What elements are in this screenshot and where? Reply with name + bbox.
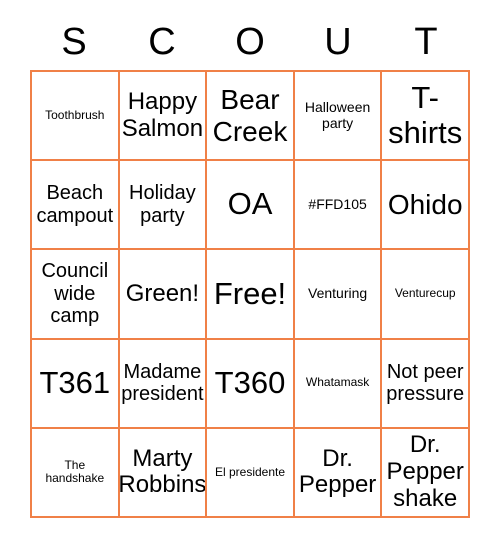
bingo-cell-r4c3[interactable]: T360	[207, 339, 295, 429]
header-letter-3: O	[235, 21, 265, 63]
bingo-cell-label: Madame president	[121, 360, 204, 406]
bingo-cell-label: Beach campout	[36, 182, 114, 227]
bingo-cell-r3c1[interactable]: Council wide camp	[32, 250, 120, 340]
header-letter-1: S	[61, 21, 87, 63]
bingo-cell-label: Green!	[125, 279, 200, 307]
bingo-cell-r4c1[interactable]: T361	[32, 339, 120, 429]
bingo-cell-r1c1[interactable]: Toothbrush	[32, 72, 120, 162]
bingo-cell-r2c1[interactable]: Beach campout	[32, 161, 120, 251]
bingo-cell-label: Halloween party	[304, 98, 371, 131]
bingo-cell-label: Happy Salmon	[121, 87, 204, 142]
bingo-cell-label: Not peer pressure	[386, 360, 465, 406]
bingo-cell-r2c3[interactable]: OA	[207, 161, 295, 251]
bingo-cell-label: #FFD105	[308, 195, 367, 212]
bingo-cell-label: Toothbrush	[45, 107, 105, 122]
header-letter-2: C	[148, 21, 176, 63]
bingo-cell-label: OA	[227, 186, 273, 222]
bingo-cell-label: Bear Creek	[212, 84, 288, 147]
bingo-cell-label: Dr. Pepper	[298, 444, 377, 499]
header-letter-4: U	[324, 21, 352, 63]
bingo-cell-label: Marty Robbins	[119, 444, 207, 499]
bingo-cell-label: Free!	[213, 275, 287, 311]
bingo-cell-label: Venturecup	[394, 286, 456, 301]
bingo-cell-r3c3[interactable]: Free!	[207, 250, 295, 340]
bingo-cell-r5c2[interactable]: Marty Robbins	[119, 428, 208, 518]
bingo-cell-r2c5[interactable]: Ohido	[382, 161, 470, 251]
bingo-cell-label: T361	[39, 364, 111, 400]
bingo-cell-label: Council wide camp	[41, 260, 109, 328]
bingo-cell-r2c2[interactable]: Holiday party	[119, 161, 208, 251]
bingo-card: S C O U T Toothbrush Happy Salmon Bear Cre…	[0, 0, 500, 544]
bingo-cell-r1c4[interactable]: Halloween party	[294, 72, 383, 162]
bingo-cell-label: Whatamask	[305, 375, 370, 390]
bingo-cell-r5c5[interactable]: Dr. Pepper shake	[382, 428, 470, 518]
bingo-cell-label: T360	[214, 364, 286, 400]
bingo-cell-label: T-shirts	[388, 79, 463, 150]
bingo-cell-r4c5[interactable]: Not peer pressure	[382, 339, 470, 429]
header-letter-5: T	[414, 21, 438, 63]
bingo-cell-r3c2[interactable]: Green!	[119, 250, 208, 340]
bingo-cell-label: El presidente	[214, 464, 286, 479]
bingo-cell-r3c4[interactable]: Venturing	[294, 250, 383, 340]
bingo-header-row: S C O U T	[30, 14, 470, 70]
bingo-cell-label: Dr. Pepper shake	[386, 431, 464, 512]
bingo-cell-label: Ohido	[387, 189, 463, 221]
bingo-grid: Toothbrush Happy Salmon Bear Creek Hallowee…	[30, 70, 470, 518]
bingo-cell-label: The handshake	[45, 457, 105, 486]
bingo-cell-label: Venturing	[308, 285, 368, 302]
bingo-cell-r1c3[interactable]: Bear Creek	[207, 72, 295, 162]
bingo-cell-r1c5[interactable]: T-shirts	[382, 72, 470, 162]
bingo-cell-r3c5[interactable]: Venturecup	[382, 250, 470, 340]
bingo-cell-r5c3[interactable]: El presidente	[207, 428, 295, 518]
bingo-cell-r1c2[interactable]: Happy Salmon	[119, 72, 208, 162]
bingo-cell-r2c4[interactable]: #FFD105	[294, 161, 383, 251]
bingo-cell-r5c1[interactable]: The handshake	[32, 428, 120, 518]
bingo-cell-r4c2[interactable]: Madame president	[119, 339, 208, 429]
bingo-cell-r4c4[interactable]: Whatamask	[294, 339, 383, 429]
bingo-cell-r5c4[interactable]: Dr. Pepper	[294, 428, 383, 518]
bingo-cell-label: Holiday party	[129, 182, 196, 227]
